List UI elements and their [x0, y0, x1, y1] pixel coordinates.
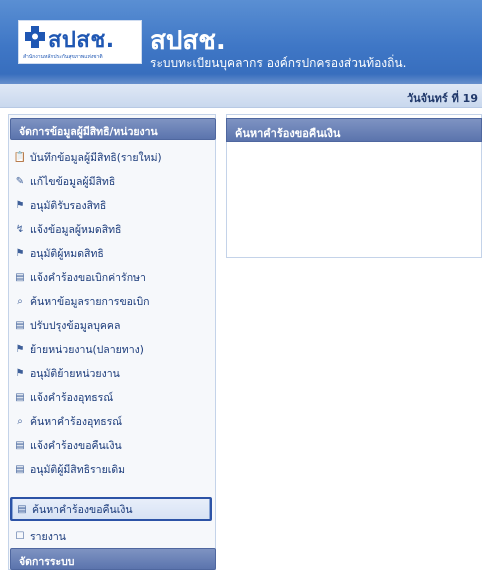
sidebar-item-search-claims[interactable]: ⌕ ค้นหาข้อมูลรายการขอเบิก: [13, 290, 213, 312]
sidebar-item-label: อนุมัติผู้หมดสิทธิ: [30, 247, 104, 260]
sidebar-item-label: รายงาน: [30, 530, 66, 543]
sidebar-item-label: ค้นหาข้อมูลรายการขอเบิก: [30, 295, 150, 308]
list-icon: 📋: [13, 151, 27, 163]
sidebar-item-label: อนุมัติย้ายหน่วยงาน: [30, 367, 120, 380]
sidebar-item-reports[interactable]: ☐ รายงาน: [13, 525, 213, 547]
sidebar-item-label: อนุมัติรับรองสิทธิ: [30, 199, 107, 212]
sidebar-item-label: แจ้งคำร้องขอเบิกค่ารักษา: [30, 271, 146, 284]
date-strip: วันจันทร์ ที่ 19: [0, 84, 482, 108]
header-banner: สปสช. สำนักงานหลักประกันสุขภาพแห่งชาติ ส…: [0, 0, 482, 84]
form-icon: ▤: [15, 391, 25, 403]
sidebar-item-report-expired[interactable]: ↯ แจ้งข้อมูลผู้หมดสิทธิ: [13, 218, 213, 240]
arrow-icon: ↯: [15, 223, 25, 235]
form-icon: ▤: [15, 463, 25, 475]
brand-subtitle: ระบบทะเบียนบุคลากร องค์กรปกครองส่วนท้องถ…: [150, 56, 407, 70]
sidebar-item-search-refund[interactable]: ▤ ค้นหาคำร้องขอคืนเงิน: [12, 497, 210, 521]
sidebar-item-edit-member[interactable]: ✎ แก้ไขข้อมูลผู้มีสิทธิ: [13, 170, 213, 192]
sidebar-item-update-person[interactable]: ▤ ปรับปรุงข้อมูลบุคคล: [13, 314, 213, 336]
sidebar-item-label: อนุมัติผู้มีสิทธิรายเดิม: [30, 463, 126, 476]
sidebar-item-approve-rights[interactable]: ⚑ อนุมัติรับรองสิทธิ: [13, 194, 213, 216]
form-icon: ▤: [15, 271, 25, 283]
sidebar-item-label: ค้นหาคำร้องอุทธรณ์: [30, 415, 123, 428]
sidebar-section-title-system[interactable]: จัดการระบบ: [10, 548, 216, 570]
logo-text: สปสช.: [48, 28, 115, 53]
flag-icon: ⚑: [15, 199, 25, 211]
page-frame: สปสช. สำนักงานหลักประกันสุขภาพแห่งชาติ ส…: [0, 0, 482, 570]
nhso-logo[interactable]: สปสช. สำนักงานหลักประกันสุขภาพแห่งชาติ: [18, 20, 142, 64]
sidebar-item-refund-request[interactable]: ▤ แจ้งคำร้องขอคืนเงิน: [13, 434, 213, 456]
flag-icon: ⚑: [15, 367, 25, 379]
form-icon: ▤: [15, 439, 25, 451]
sidebar-item-label: ย้ายหน่วยงาน(ปลายทาง): [30, 343, 144, 356]
form-icon: ▤: [15, 319, 25, 331]
search-icon: ⌕: [17, 295, 23, 307]
sidebar-item-label: ค้นหาคำร้องขอคืนเงิน: [32, 503, 133, 516]
sidebar-item-label: บันทึกข้อมูลผู้มีสิทธิ(รายใหม่): [30, 151, 162, 164]
current-date: วันจันทร์ ที่ 19: [406, 92, 478, 105]
sidebar-item-approve-expired[interactable]: ⚑ อนุมัติผู้หมดสิทธิ: [13, 242, 213, 264]
sidebar-item-transfer-unit[interactable]: ⚑ ย้ายหน่วยงาน(ปลายทาง): [13, 338, 213, 360]
sidebar-item-approve-transfer[interactable]: ⚑ อนุมัติย้ายหน่วยงาน: [13, 362, 213, 384]
nhso-emblem-icon: [25, 26, 45, 48]
logo-subtitle: สำนักงานหลักประกันสุขภาพแห่งชาติ: [23, 54, 103, 60]
sidebar-item-file-appeal[interactable]: ▤ แจ้งคำร้องอุทธรณ์: [13, 386, 213, 408]
sidebar-item-new-member[interactable]: 📋 บันทึกข้อมูลผู้มีสิทธิ(รายใหม่): [13, 146, 213, 168]
sidebar-item-label: แจ้งคำร้องอุทธรณ์: [30, 391, 114, 404]
report-icon: ☐: [15, 530, 25, 542]
flag-icon: ⚑: [15, 343, 25, 355]
sidebar-section-title: จัดการข้อมูลผู้มีสิทธิ/หน่วยงาน: [10, 118, 216, 140]
sidebar-item-label: ปรับปรุงข้อมูลบุคคล: [30, 319, 121, 332]
sidebar-item-search-appeal[interactable]: ⌕ ค้นหาคำร้องอุทธรณ์: [13, 410, 213, 432]
sidebar-item-label: แจ้งคำร้องขอคืนเงิน: [30, 439, 122, 452]
sidebar-item-label: แก้ไขข้อมูลผู้มีสิทธิ: [30, 175, 116, 188]
sidebar-item-treatment-claim[interactable]: ▤ แจ้งคำร้องขอเบิกค่ารักษา: [13, 266, 213, 288]
sidebar-item-approve-existing[interactable]: ▤ อนุมัติผู้มีสิทธิรายเดิม: [13, 458, 213, 480]
content-panel-title: ค้นหาคำร้องขอคืนเงิน: [226, 118, 482, 142]
form-icon: ▤: [17, 503, 27, 515]
flag-icon: ⚑: [15, 247, 25, 259]
pen-icon: ✎: [15, 175, 25, 187]
sidebar-item-label: แจ้งข้อมูลผู้หมดสิทธิ: [30, 223, 122, 236]
search-icon: ⌕: [17, 415, 23, 427]
